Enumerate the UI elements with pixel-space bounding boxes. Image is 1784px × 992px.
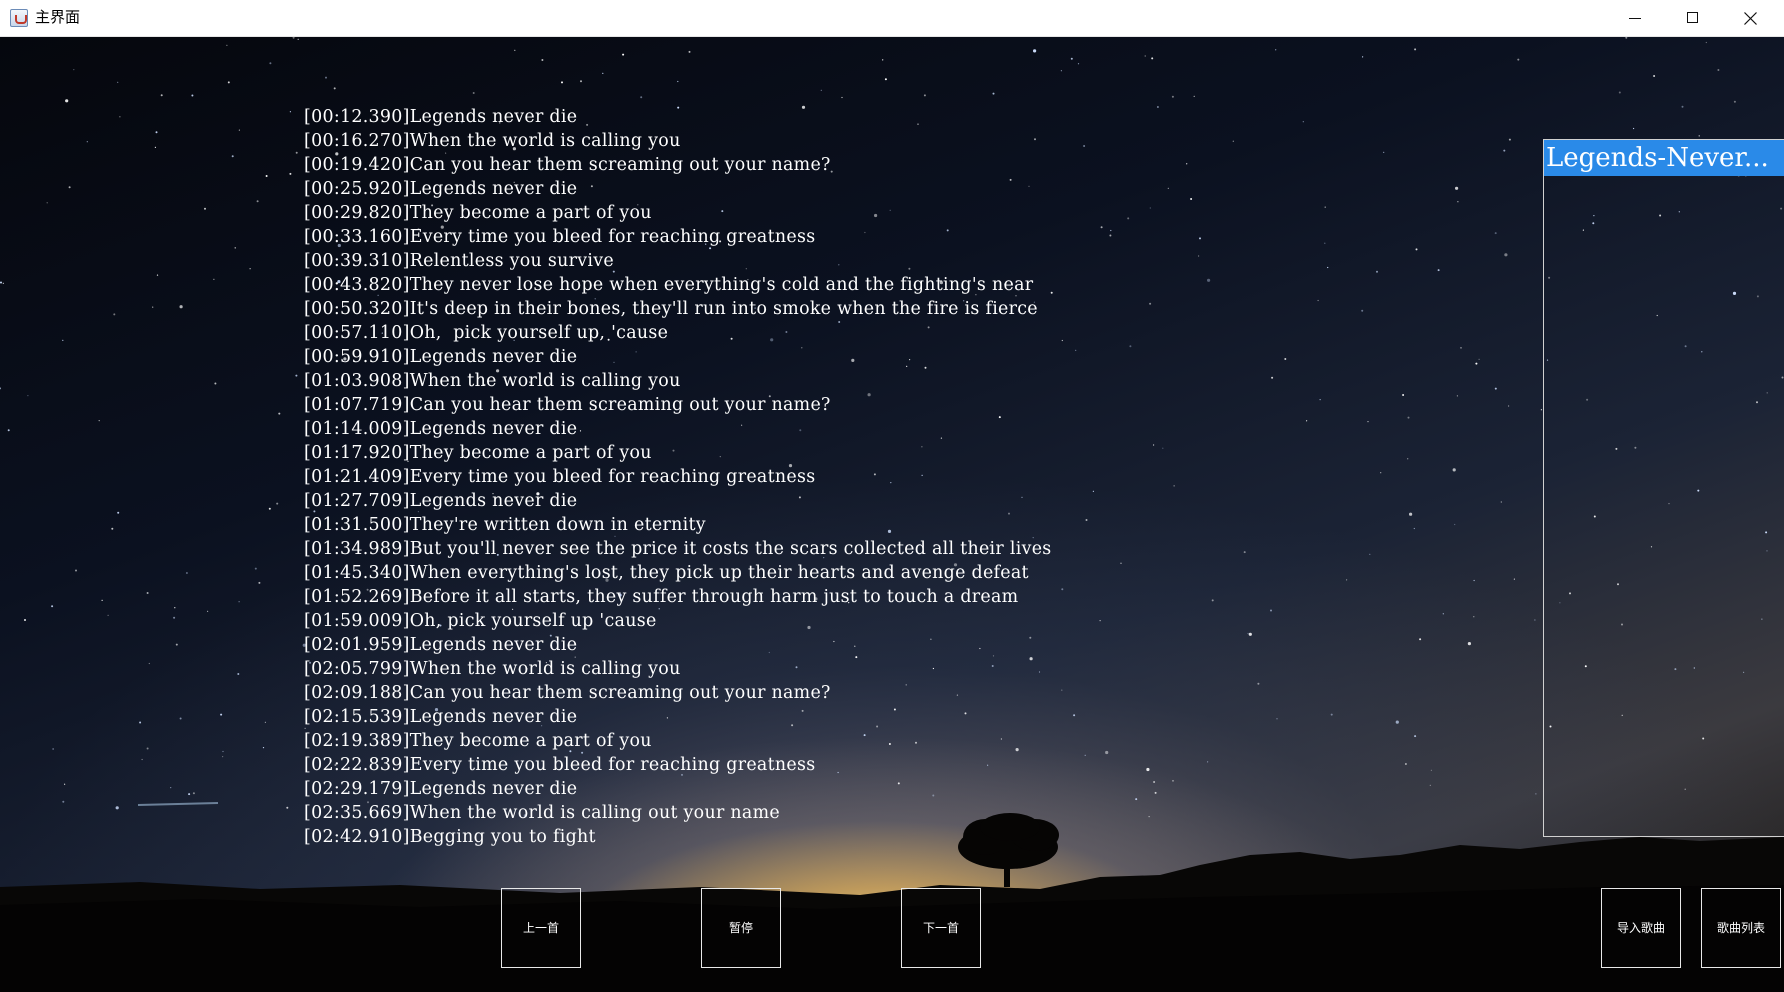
lyric-line: [01:21.409]Every time you bleed for reac…: [304, 467, 816, 487]
lyric-line: [00:50.320]It's deep in their bones, the…: [304, 299, 1038, 319]
maximize-icon: [1687, 12, 1698, 23]
lyric-line: [00:19.420]Can you hear them screaming o…: [304, 155, 831, 175]
lyric-line: [00:59.910]Legends never die: [304, 347, 578, 367]
lyric-line: [02:05.799]When the world is calling you: [304, 659, 681, 679]
lyric-line: [01:45.340]When everything's lost, they …: [304, 563, 1029, 583]
lyric-line: [02:01.959]Legends never die: [304, 635, 578, 655]
lyric-line: [01:03.908]When the world is calling you: [304, 371, 681, 391]
lyric-line: [01:52.269]Before it all starts, they su…: [304, 587, 1019, 607]
lyric-line: [02:22.839]Every time you bleed for reac…: [304, 755, 816, 775]
main-window: 主界面 [00:12.390]Legends never die [00:16.…: [0, 0, 1784, 992]
lyric-line: [02:09.188]Can you hear them screaming o…: [304, 683, 831, 703]
close-icon: [1744, 12, 1757, 25]
minimize-icon: [1629, 18, 1641, 19]
lyric-line: [00:39.310]Relentless you survive: [304, 251, 614, 271]
java-cup-icon: [10, 9, 28, 27]
title-bar: 主界面: [0, 0, 1784, 37]
lyric-line: [00:16.270]When the world is calling you: [304, 131, 681, 151]
close-button[interactable]: [1722, 0, 1780, 36]
lyric-line: [01:17.920]They become a part of you: [304, 443, 652, 463]
song-list-item[interactable]: Legends-Never...: [1544, 140, 1784, 176]
import-songs-button[interactable]: 导入歌曲: [1601, 888, 1681, 968]
lyric-line: [00:43.820]They never lose hope when eve…: [304, 275, 1034, 295]
lyric-line: [02:15.539]Legends never die: [304, 707, 578, 727]
lyric-line: [00:25.920]Legends never die: [304, 179, 578, 199]
lyrics-list: [00:12.390]Legends never die [00:16.270]W…: [304, 105, 1052, 849]
lyric-line: [00:33.160]Every time you bleed for reac…: [304, 227, 816, 247]
song-list-panel[interactable]: Legends-Never...: [1543, 139, 1784, 837]
lyric-line: [00:29.820]They become a part of you: [304, 203, 652, 223]
lyric-line: [02:35.669]When the world is calling out…: [304, 803, 780, 823]
previous-song-button[interactable]: 上一首: [501, 888, 581, 968]
pause-button[interactable]: 暂停: [701, 888, 781, 968]
lyric-line: [00:12.390]Legends never die: [304, 107, 578, 127]
next-song-button[interactable]: 下一首: [901, 888, 981, 968]
lyric-line: [01:27.709]Legends never die: [304, 491, 578, 511]
lyric-line: [00:57.110]Oh, pick yourself up, 'cause: [304, 323, 669, 343]
lyric-line: [01:14.009]Legends never die: [304, 419, 578, 439]
lyric-line: [02:19.389]They become a part of you: [304, 731, 652, 751]
maximize-button[interactable]: [1664, 0, 1722, 36]
lyric-line: [01:31.500]They're written down in etern…: [304, 515, 706, 535]
song-list-button[interactable]: 歌曲列表: [1701, 888, 1781, 968]
lyric-line: [02:29.179]Legends never die: [304, 779, 578, 799]
lyric-line: [01:59.009]Oh, pick yourself up 'cause: [304, 611, 657, 631]
lyric-line: [01:07.719]Can you hear them screaming o…: [304, 395, 831, 415]
window-title: 主界面: [35, 9, 81, 26]
lyric-line: [02:42.910]Begging you to fight: [304, 827, 596, 847]
lyric-line: [01:34.989]But you'll never see the pric…: [304, 539, 1052, 559]
minimize-button[interactable]: [1606, 0, 1664, 36]
